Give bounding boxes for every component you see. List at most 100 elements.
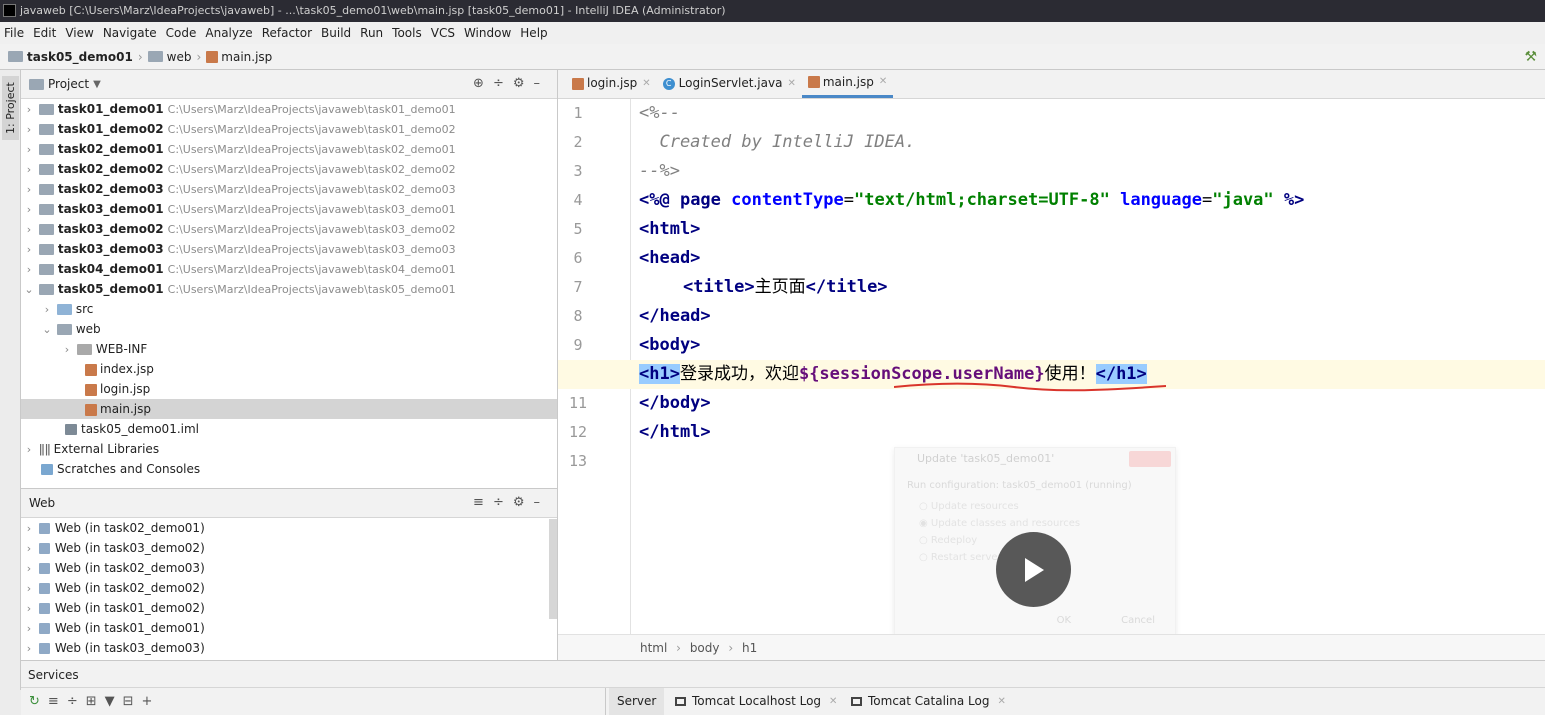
minimize-icon[interactable]: –: [534, 495, 550, 510]
close-icon[interactable]: ✕: [997, 688, 1005, 715]
dialog-option[interactable]: ○ Update resources: [919, 501, 1151, 512]
add-icon[interactable]: +: [142, 694, 161, 709]
collapse-arrow-icon[interactable]: ⌄: [41, 320, 53, 340]
tab-tomcat-localhost-log[interactable]: Tomcat Localhost Log ✕: [667, 688, 845, 715]
expand-arrow-icon[interactable]: ›: [23, 539, 35, 559]
code-area[interactable]: <%-- Created by IntelliJ IDEA. --%> <%@ …: [558, 99, 1545, 637]
expand-arrow-icon[interactable]: ›: [41, 300, 53, 320]
web-item[interactable]: › Web (in task01_demo01): [21, 618, 557, 638]
close-icon[interactable]: ✕: [879, 69, 887, 95]
expand-arrow-icon[interactable]: ›: [23, 619, 35, 639]
collapse-icon[interactable]: ÷: [67, 694, 86, 709]
tab-server[interactable]: Server: [609, 688, 665, 715]
menu-file[interactable]: File: [4, 26, 24, 40]
expand-arrow-icon[interactable]: ›: [23, 440, 35, 460]
tree-folder-webinf[interactable]: › WEB-INF: [21, 339, 557, 359]
menu-run[interactable]: Run: [360, 26, 383, 40]
expand-arrow-icon[interactable]: ›: [23, 160, 35, 180]
rerun-icon[interactable]: ↻: [29, 694, 48, 709]
tab-loginservlet-java[interactable]: C LoginServlet.java ✕: [657, 69, 802, 98]
expand-arrow-icon[interactable]: ›: [23, 240, 35, 260]
close-icon[interactable]: ✕: [829, 688, 837, 715]
web-item[interactable]: › Web (in task02_demo01): [21, 518, 557, 538]
expand-arrow-icon[interactable]: ›: [23, 599, 35, 619]
tree-module[interactable]: › task03_demo02 C:\Users\Marz\IdeaProject…: [21, 219, 557, 239]
tree-module[interactable]: › task03_demo03 C:\Users\Marz\IdeaProject…: [21, 239, 557, 259]
expand-arrow-icon[interactable]: ›: [23, 260, 35, 280]
dialog-ok-button[interactable]: OK: [1057, 615, 1071, 626]
tree-external-libraries[interactable]: › ǁǁ External Libraries: [21, 439, 557, 459]
expand-arrow-icon[interactable]: ›: [23, 180, 35, 200]
tree-folder-web[interactable]: ⌄ web: [21, 319, 557, 339]
tab-tomcat-catalina-log[interactable]: Tomcat Catalina Log ✕: [843, 688, 1014, 715]
menu-edit[interactable]: Edit: [33, 26, 56, 40]
tree-module[interactable]: › task04_demo01 C:\Users\Marz\IdeaProject…: [21, 259, 557, 279]
menu-view[interactable]: View: [65, 26, 93, 40]
web-item[interactable]: › Web (in task01_demo02): [21, 598, 557, 618]
web-item[interactable]: › Web (in task03_demo02): [21, 538, 557, 558]
menu-refactor[interactable]: Refactor: [262, 26, 312, 40]
tab-main-jsp[interactable]: main.jsp ✕: [801, 69, 894, 98]
filter-icon[interactable]: ▼: [105, 694, 123, 709]
expand-all-icon[interactable]: ≡: [48, 694, 67, 709]
menu-tools[interactable]: Tools: [392, 26, 422, 40]
expand-arrow-icon[interactable]: ›: [23, 200, 35, 220]
web-item[interactable]: › Web (in task02_demo02): [21, 578, 557, 598]
expand-arrow-icon[interactable]: ›: [23, 120, 35, 140]
menu-analyze[interactable]: Analyze: [205, 26, 252, 40]
collapse-icon[interactable]: ÷: [493, 76, 513, 91]
expand-arrow-icon[interactable]: ›: [23, 519, 35, 539]
build-hammer-icon[interactable]: ⚒: [1524, 49, 1537, 65]
group-icon[interactable]: ⊞: [86, 694, 105, 709]
video-play-button[interactable]: [996, 532, 1071, 607]
menu-help[interactable]: Help: [520, 26, 547, 40]
expand-arrow-icon[interactable]: ›: [23, 559, 35, 579]
chevron-down-icon[interactable]: ▼: [93, 79, 101, 90]
minimize-icon[interactable]: –: [534, 76, 550, 91]
tree-module[interactable]: › task01_demo02 C:\Users\Marz\IdeaProject…: [21, 119, 557, 139]
dialog-option[interactable]: ◉ Update classes and resources: [919, 518, 1151, 529]
expand-arrow-icon[interactable]: ›: [23, 579, 35, 599]
nav-module[interactable]: task05_demo01: [27, 50, 133, 64]
tree-module[interactable]: › task01_demo01 C:\Users\Marz\IdeaProject…: [21, 99, 557, 119]
menu-code[interactable]: Code: [166, 26, 197, 40]
tree-module[interactable]: › task03_demo01 C:\Users\Marz\IdeaProject…: [21, 199, 557, 219]
project-panel-title[interactable]: Project: [48, 77, 89, 91]
web-item[interactable]: › Web (in task03_demo03): [21, 638, 557, 658]
dialog-close-button[interactable]: [1129, 451, 1171, 467]
close-icon[interactable]: ✕: [787, 69, 795, 98]
layout-icon[interactable]: ⊟: [123, 694, 142, 709]
collapse-arrow-icon[interactable]: ⌄: [23, 280, 35, 300]
tab-login-jsp[interactable]: login.jsp ✕: [566, 69, 657, 98]
tree-module-expanded[interactable]: ⌄ task05_demo01 C:\Users\Marz\IdeaProject…: [21, 279, 557, 299]
nav-folder[interactable]: web: [167, 50, 192, 64]
menu-navigate[interactable]: Navigate: [103, 26, 157, 40]
expand-all-icon[interactable]: ≡: [473, 495, 493, 510]
menu-vcs[interactable]: VCS: [431, 26, 455, 40]
tree-file-index[interactable]: index.jsp: [21, 359, 557, 379]
dialog-cancel-button[interactable]: Cancel: [1121, 615, 1155, 626]
tree-module[interactable]: › task02_demo01 C:\Users\Marz\IdeaProject…: [21, 139, 557, 159]
gear-icon[interactable]: ⚙: [513, 76, 534, 91]
tree-folder-src[interactable]: › src: [21, 299, 557, 319]
tree-module[interactable]: › task02_demo02 C:\Users\Marz\IdeaProject…: [21, 159, 557, 179]
expand-arrow-icon[interactable]: ›: [23, 639, 35, 659]
tree-file-iml[interactable]: task05_demo01.iml: [21, 419, 557, 439]
expand-arrow-icon[interactable]: ›: [23, 140, 35, 160]
menu-build[interactable]: Build: [321, 26, 351, 40]
tree-file-main-selected[interactable]: main.jsp: [21, 399, 557, 419]
locate-icon[interactable]: ⊕: [473, 76, 493, 91]
close-icon[interactable]: ✕: [642, 69, 650, 98]
gear-icon[interactable]: ⚙: [513, 495, 534, 510]
tree-module[interactable]: › task02_demo03 C:\Users\Marz\IdeaProject…: [21, 179, 557, 199]
menu-window[interactable]: Window: [464, 26, 511, 40]
nav-file[interactable]: main.jsp: [221, 50, 272, 64]
project-tool-tab[interactable]: 1: Project: [2, 76, 19, 140]
collapse-icon[interactable]: ÷: [493, 495, 513, 510]
expand-arrow-icon[interactable]: ›: [23, 220, 35, 240]
breadcrumb-h1[interactable]: h1: [742, 641, 757, 655]
web-panel-scrollbar[interactable]: [549, 519, 557, 619]
breadcrumb-html[interactable]: html: [640, 641, 667, 655]
breadcrumb-body[interactable]: body: [690, 641, 720, 655]
expand-arrow-icon[interactable]: ›: [23, 100, 35, 120]
